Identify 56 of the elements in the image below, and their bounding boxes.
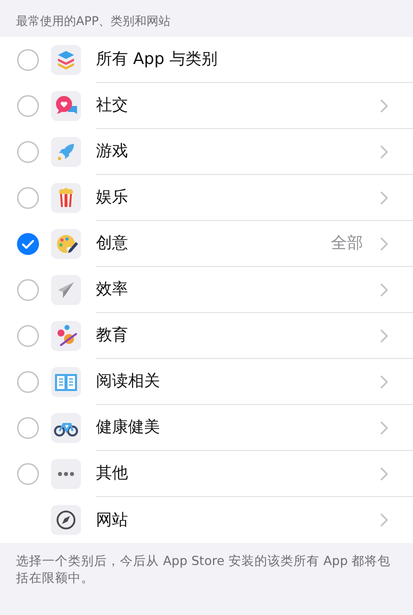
radio-button[interactable]	[17, 371, 39, 393]
chevron-icon	[380, 190, 388, 204]
category-label: 效率	[96, 279, 129, 300]
category-row[interactable]: 娱乐	[0, 175, 413, 221]
category-label: 教育	[96, 325, 129, 346]
category-row[interactable]: 游戏	[0, 129, 413, 175]
more-icon	[51, 459, 81, 489]
category-label: 网站	[96, 510, 129, 530]
rocket-icon	[51, 137, 81, 167]
category-label: 游戏	[96, 141, 129, 162]
radio-button[interactable]	[17, 417, 39, 439]
category-row[interactable]: 创意 全部	[0, 221, 413, 267]
chevron-icon	[380, 374, 388, 388]
chevron-icon	[380, 236, 388, 250]
category-label: 健康健美	[96, 417, 161, 438]
open-book-icon	[51, 367, 81, 397]
chevron-icon	[380, 328, 388, 342]
radio-button[interactable]	[17, 187, 39, 209]
category-label: 所有 App 与类别	[96, 49, 218, 70]
section-header: 最常使用的APP、类别和网站	[15, 13, 172, 30]
radio-button[interactable]	[17, 279, 39, 301]
category-row[interactable]: 教育	[0, 313, 413, 359]
radio-button[interactable]	[17, 49, 39, 71]
category-label: 其他	[96, 463, 129, 484]
chevron-icon	[380, 98, 388, 112]
category-label: 创意	[96, 233, 129, 254]
planet-icon	[51, 321, 81, 351]
checked-radio[interactable]	[17, 233, 39, 255]
category-label: 娱乐	[96, 187, 129, 208]
radio-button[interactable]	[17, 325, 39, 347]
popcorn-icon	[51, 183, 81, 213]
chevron-icon	[380, 466, 388, 480]
category-label: 社交	[96, 95, 129, 116]
radio-button[interactable]	[17, 141, 39, 163]
layers-icon	[51, 45, 81, 75]
radio-button[interactable]	[17, 95, 39, 117]
palette-icon	[51, 229, 81, 259]
chevron-icon	[380, 282, 388, 296]
category-row[interactable]: 效率	[0, 267, 413, 313]
detail-label: 全部	[331, 233, 363, 254]
category-row[interactable]: 所有 App 与类别	[0, 37, 413, 83]
radio-button[interactable]	[17, 463, 39, 485]
chevron-icon	[380, 513, 388, 527]
bicycle-icon	[51, 413, 81, 443]
footer-note: 选择一个类别后，今后从 App Store 安装的该类所有 App 都将包括在限额中。	[15, 552, 392, 587]
category-row[interactable]: 社交	[0, 83, 413, 129]
compass-icon	[51, 505, 81, 535]
category-label: 阅读相关	[96, 371, 161, 392]
category-row[interactable]: 网站	[0, 497, 413, 543]
category-row[interactable]: 健康健美	[0, 405, 413, 451]
paper-plane-icon	[51, 275, 81, 305]
chat-bubbles-icon	[51, 91, 81, 121]
chevron-icon	[380, 420, 388, 434]
chevron-icon	[380, 144, 388, 158]
category-row[interactable]: 阅读相关	[0, 359, 413, 405]
category-row[interactable]: 其他	[0, 451, 413, 497]
